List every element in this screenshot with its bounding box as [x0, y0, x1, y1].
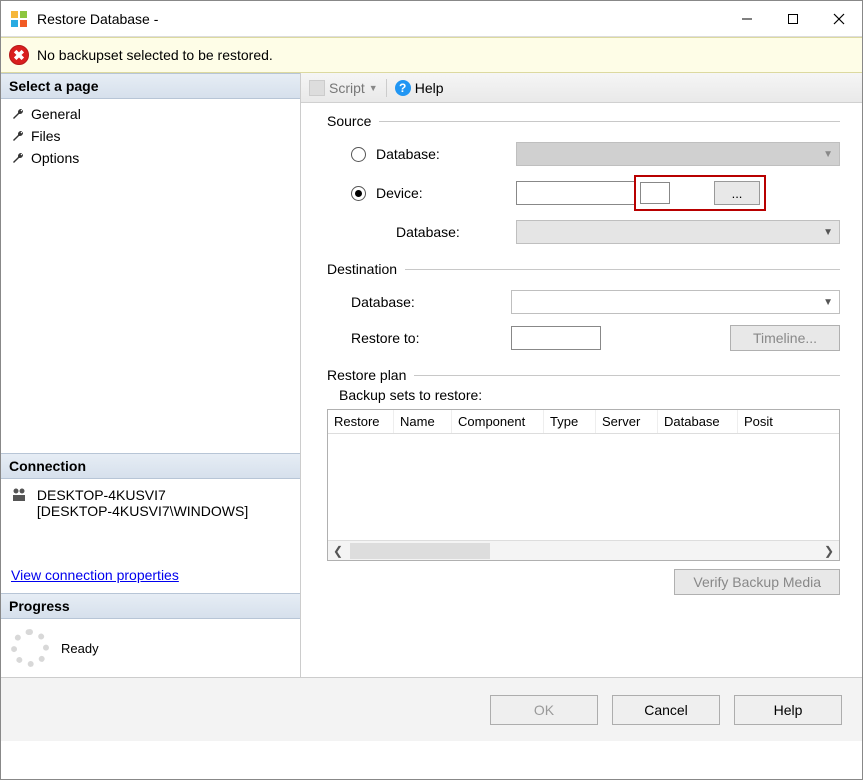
source-database-label: Database:	[376, 146, 516, 162]
close-button[interactable]	[816, 1, 862, 37]
error-icon: ✖	[9, 45, 29, 65]
right-panel: Script ▼ ? Help Source Database:	[301, 73, 862, 677]
grid-header: Restore Name Component Type Server Datab…	[328, 410, 839, 434]
warning-bar: ✖ No backupset selected to be restored.	[1, 37, 862, 73]
warning-message: No backupset selected to be restored.	[37, 47, 273, 63]
restore-plan-title: Restore plan	[327, 367, 414, 383]
wrench-icon	[11, 151, 25, 165]
destination-database-combo[interactable]: ▼	[511, 290, 840, 314]
grid-horizontal-scrollbar[interactable]: ❮ ❯	[328, 540, 839, 560]
backup-sets-label: Backup sets to restore:	[339, 387, 840, 403]
wrench-icon	[11, 107, 25, 121]
view-connection-properties-link[interactable]: View connection properties	[1, 567, 300, 593]
col-restore[interactable]: Restore	[328, 410, 394, 433]
page-label: General	[31, 106, 81, 122]
destination-group: Destination Database: ▼ Restore to: Time…	[327, 261, 840, 353]
source-device-label: Device:	[376, 185, 516, 201]
destination-title: Destination	[327, 261, 405, 277]
device-browse-button[interactable]: ...	[714, 181, 760, 205]
source-database-combo: ▼	[516, 142, 840, 166]
col-server[interactable]: Server	[596, 410, 658, 433]
scroll-left-icon[interactable]: ❮	[328, 541, 348, 561]
cancel-button[interactable]: Cancel	[612, 695, 720, 725]
restore-to-label: Restore to:	[351, 330, 511, 346]
app-icon	[9, 9, 29, 29]
help-label: Help	[415, 80, 444, 96]
page-label: Options	[31, 150, 79, 166]
wrench-icon	[11, 129, 25, 143]
connection-header: Connection	[1, 453, 300, 479]
maximize-button[interactable]	[770, 1, 816, 37]
timeline-button[interactable]: Timeline...	[730, 325, 840, 351]
minimize-button[interactable]	[724, 1, 770, 37]
ok-button[interactable]: OK	[490, 695, 598, 725]
restore-to-textbox[interactable]	[511, 326, 601, 350]
chevron-down-icon: ▼	[823, 149, 833, 160]
chevron-down-icon: ▼	[823, 297, 833, 308]
device-aux-box[interactable]	[640, 182, 670, 204]
destination-database-label: Database:	[351, 294, 511, 310]
toolbar-divider	[386, 79, 387, 97]
chevron-down-icon: ▼	[823, 227, 833, 238]
device-browse-highlight: ...	[634, 175, 766, 211]
source-sub-database-combo[interactable]: ▼	[516, 220, 840, 244]
source-group: Source Database: ▼ Device:	[327, 113, 840, 247]
source-sub-database-label: Database:	[376, 224, 516, 240]
source-title: Source	[327, 113, 379, 129]
source-device-radio[interactable]	[351, 186, 366, 201]
source-device-textbox[interactable]	[516, 181, 636, 205]
select-page-header: Select a page	[1, 73, 300, 99]
progress-spinner-icon	[11, 629, 49, 667]
script-icon	[309, 80, 325, 96]
col-name[interactable]: Name	[394, 410, 452, 433]
title-bar: Restore Database -	[1, 1, 862, 37]
dialog-button-bar: OK Cancel Help	[1, 677, 862, 741]
help-icon: ?	[395, 80, 411, 96]
verify-backup-media-button[interactable]: Verify Backup Media	[674, 569, 840, 595]
grid-body	[328, 434, 839, 540]
col-type[interactable]: Type	[544, 410, 596, 433]
help-button[interactable]: Help	[734, 695, 842, 725]
script-label: Script	[329, 80, 365, 96]
chevron-down-icon: ▼	[369, 83, 378, 93]
col-position[interactable]: Posit	[738, 410, 839, 433]
window-title: Restore Database -	[37, 11, 158, 27]
left-panel: Select a page General Files Options	[1, 73, 301, 677]
page-item-options[interactable]: Options	[7, 147, 294, 169]
connection-user: [DESKTOP-4KUSVI7\WINDOWS]	[37, 503, 248, 519]
col-database[interactable]: Database	[658, 410, 738, 433]
progress-status: Ready	[61, 641, 99, 656]
scroll-right-icon[interactable]: ❯	[819, 541, 839, 561]
page-item-files[interactable]: Files	[7, 125, 294, 147]
progress-body: Ready	[1, 619, 300, 677]
script-button[interactable]: Script ▼	[309, 80, 378, 96]
source-database-radio[interactable]	[351, 147, 366, 162]
toolbar: Script ▼ ? Help	[301, 73, 862, 103]
page-label: Files	[31, 128, 61, 144]
backup-sets-grid[interactable]: Restore Name Component Type Server Datab…	[327, 409, 840, 561]
scroll-thumb[interactable]	[350, 543, 490, 559]
help-button[interactable]: ? Help	[395, 80, 444, 96]
restore-plan-group: Restore plan Backup sets to restore: Res…	[327, 367, 840, 595]
page-item-general[interactable]: General	[7, 103, 294, 125]
progress-header: Progress	[1, 593, 300, 619]
connection-server: DESKTOP-4KUSVI7	[37, 487, 248, 503]
server-icon	[11, 487, 27, 506]
connection-info: DESKTOP-4KUSVI7 [DESKTOP-4KUSVI7\WINDOWS…	[1, 479, 300, 527]
col-component[interactable]: Component	[452, 410, 544, 433]
